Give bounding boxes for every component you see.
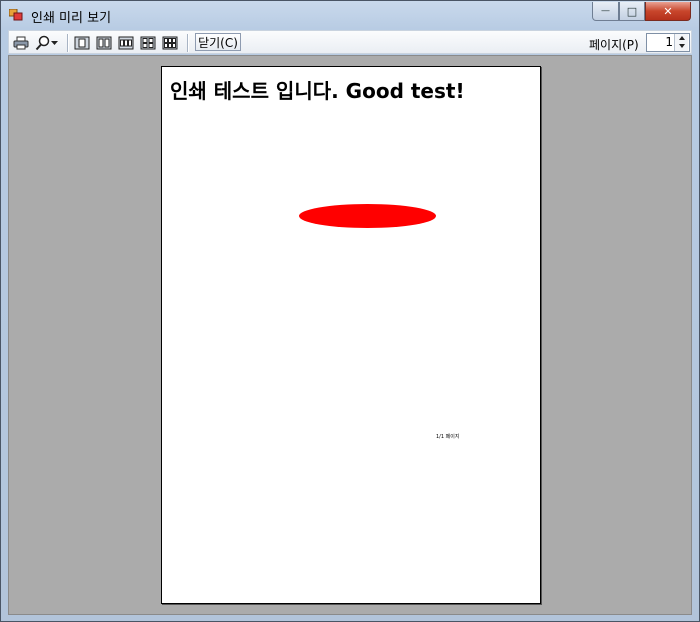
four-pages-icon	[140, 36, 156, 50]
four-pages-button[interactable]	[139, 34, 157, 52]
chevron-down-icon	[50, 40, 58, 45]
spin-up-icon[interactable]	[677, 34, 687, 42]
red-ellipse-shape	[299, 204, 436, 228]
maximize-icon: □	[626, 4, 638, 18]
spin-down-icon[interactable]	[677, 42, 687, 50]
two-pages-icon	[96, 36, 112, 50]
minimize-button[interactable]: —	[592, 2, 619, 21]
two-pages-button[interactable]	[95, 34, 113, 52]
page-label: 페이지(P)	[589, 38, 639, 52]
one-page-icon	[74, 36, 90, 50]
one-page-button[interactable]	[73, 34, 91, 52]
print-button[interactable]	[12, 34, 30, 52]
page-footer: 1/1 페이지	[436, 434, 460, 440]
page-spinner[interactable]	[674, 34, 688, 51]
title-bar[interactable]: 인쇄 미리 보기 — □ ✕	[1, 1, 699, 29]
document-heading: 인쇄 테스트 입니다. Good test!	[170, 79, 465, 103]
six-pages-button[interactable]	[161, 34, 179, 52]
three-pages-icon	[118, 36, 134, 50]
app-icon	[9, 9, 23, 21]
preview-page: 인쇄 테스트 입니다. Good test! 1/1 페이지	[161, 66, 541, 604]
minimize-icon: —	[601, 5, 610, 16]
magnifier-icon	[35, 35, 49, 51]
preview-toolbar: 닫기(C) 페이지(P) 1	[8, 30, 692, 54]
close-preview-button[interactable]: 닫기(C)	[195, 33, 241, 51]
three-pages-button[interactable]	[117, 34, 135, 52]
preview-area[interactable]: 인쇄 테스트 입니다. Good test! 1/1 페이지	[8, 55, 692, 615]
close-icon: ✕	[663, 4, 673, 18]
print-preview-window: 인쇄 미리 보기 — □ ✕ 닫기(C) 페이지(P) 1 인쇄 테스트 입니다…	[0, 0, 700, 622]
close-window-button[interactable]: ✕	[645, 2, 691, 21]
zoom-dropdown[interactable]	[32, 34, 60, 52]
six-pages-icon	[162, 36, 178, 50]
window-title: 인쇄 미리 보기	[31, 11, 112, 26]
maximize-button[interactable]: □	[619, 2, 645, 21]
printer-icon	[13, 36, 29, 50]
